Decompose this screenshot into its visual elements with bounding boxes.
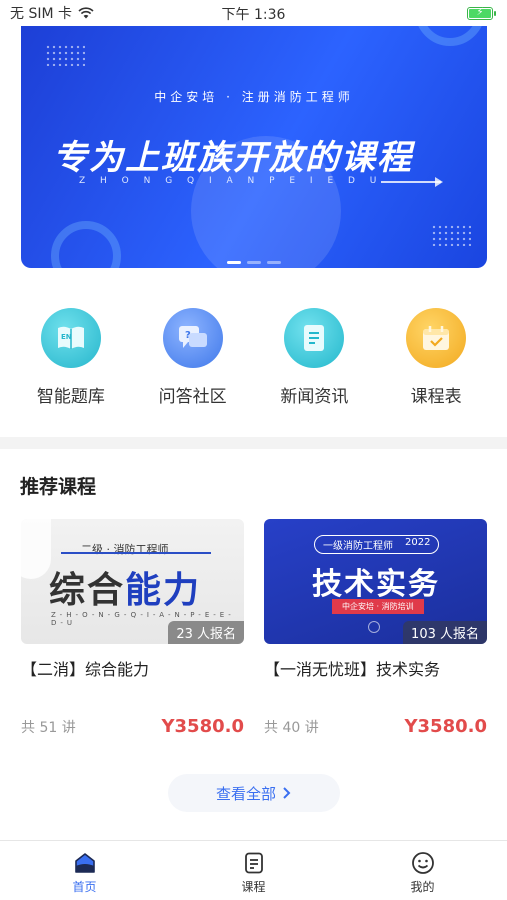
battery-icon: ⚡ [467, 6, 496, 20]
book-icon: EN [40, 308, 101, 368]
banner-pinyin: Z H O N G Q I A N P E I E D U [79, 176, 383, 186]
pager-dot [247, 261, 261, 264]
chevron-down-icon [368, 621, 380, 633]
home-icon [74, 853, 95, 873]
thumb-badge-year: 2022 [405, 537, 431, 548]
lesson-count: 共 51 讲 [21, 719, 76, 736]
quick-nav-question-bank[interactable]: EN 智能题库 [16, 308, 126, 418]
course-price: Y3580.0 [404, 716, 488, 737]
banner-pager [21, 261, 487, 264]
quick-nav-news[interactable]: 新闻资讯 [259, 308, 369, 418]
pager-dot-active [227, 261, 241, 264]
banner-arrow-icon [381, 177, 443, 187]
lesson-count: 共 40 讲 [264, 719, 319, 736]
course-card[interactable]: 一级消防工程师 2022 技术实务 中企安培 · 消防培训 103 人报名 【一… [264, 519, 487, 737]
quick-nav-label: 课程表 [410, 387, 462, 407]
promo-banner[interactable]: 中企安培 · 注册消防工程师 专为上班族开放的课程 Z H O N G Q I … [21, 26, 487, 268]
svg-text:?: ? [185, 330, 191, 341]
tab-label: 课程 [241, 880, 266, 894]
calendar-icon [406, 308, 467, 368]
banner-ring-decoration [415, 26, 485, 46]
thumb-title-a: 综合 [49, 570, 126, 611]
thumb-underline [61, 552, 211, 554]
chevron-right-icon [283, 787, 291, 799]
charging-bolt-icon: ⚡ [476, 7, 484, 18]
course-list-icon [244, 852, 263, 874]
banner-dots-decoration [45, 44, 85, 66]
course-meta: 共 51 讲 Y3580.0 [21, 716, 244, 737]
thumb-subtitle: 二级 · 消防工程师 [81, 543, 169, 556]
quick-nav: EN 智能题库 ? 问答社区 新闻资讯 课程表 [0, 308, 507, 418]
tab-courses[interactable]: 课程 [194, 841, 314, 900]
quick-nav-label: 新闻资讯 [280, 387, 349, 407]
course-title: 【一消无忧班】技术实务 [264, 660, 441, 679]
course-thumbnail: 一级消防工程师 2022 技术实务 中企安培 · 消防培训 103 人报名 [264, 519, 487, 644]
banner-dots-decoration [431, 224, 471, 246]
pager-dot [267, 261, 281, 264]
thumb-tag: 中企安培 · 消防培训 [332, 599, 424, 614]
thumb-badge: 一级消防工程师 2022 [314, 535, 440, 554]
svg-text:EN: EN [61, 333, 72, 341]
tab-home[interactable]: 首页 [25, 841, 145, 900]
quick-nav-schedule[interactable]: 课程表 [381, 308, 491, 418]
section-divider [0, 437, 507, 449]
cup-decoration [21, 519, 51, 579]
view-all-button[interactable]: 查看全部 [168, 774, 340, 812]
course-card[interactable]: 二级 · 消防工程师 综合能力 Z-H-O-N-G-Q-I-A-N-P-E-E-… [21, 519, 244, 737]
course-list: 二级 · 消防工程师 综合能力 Z-H-O-N-G-Q-I-A-N-P-E-E-… [21, 519, 487, 737]
course-title: 【二消】综合能力 [21, 660, 150, 679]
section-title: 推荐课程 [20, 476, 97, 498]
banner-title: 专为上班族开放的课程 [53, 138, 413, 178]
view-all-label: 查看全部 [215, 784, 276, 803]
status-time: 下午 1:36 [221, 7, 286, 23]
smiley-face-icon [411, 852, 434, 874]
tab-label: 首页 [72, 880, 97, 894]
course-meta: 共 40 讲 Y3580.0 [264, 716, 487, 737]
course-thumbnail: 二级 · 消防工程师 综合能力 Z-H-O-N-G-Q-I-A-N-P-E-E-… [21, 519, 244, 644]
bottom-tab-bar: 首页 课程 我的 [0, 840, 507, 900]
quick-nav-label: 问答社区 [158, 387, 227, 407]
thumb-title: 综合能力 [49, 561, 201, 613]
quick-nav-qa-community[interactable]: ? 问答社区 [138, 308, 248, 418]
status-bar: 无 SIM 卡 下午 1:36 ⚡ [0, 0, 507, 26]
enroll-count: 103 人报名 [403, 621, 487, 644]
banner-subtitle: 中企安培 · 注册消防工程师 [154, 90, 354, 104]
document-icon [284, 308, 345, 368]
enroll-count: 23 人报名 [168, 621, 244, 644]
thumb-title: 技术实务 [312, 567, 440, 602]
thumb-badge-label: 一级消防工程师 [323, 541, 393, 552]
course-price: Y3580.0 [161, 716, 245, 737]
thumb-title-b: 能力 [125, 570, 202, 611]
quick-nav-label: 智能题库 [36, 387, 105, 407]
tab-me[interactable]: 我的 [363, 841, 483, 900]
chat-bubble-icon: ? [162, 308, 223, 368]
tab-label: 我的 [410, 880, 435, 894]
